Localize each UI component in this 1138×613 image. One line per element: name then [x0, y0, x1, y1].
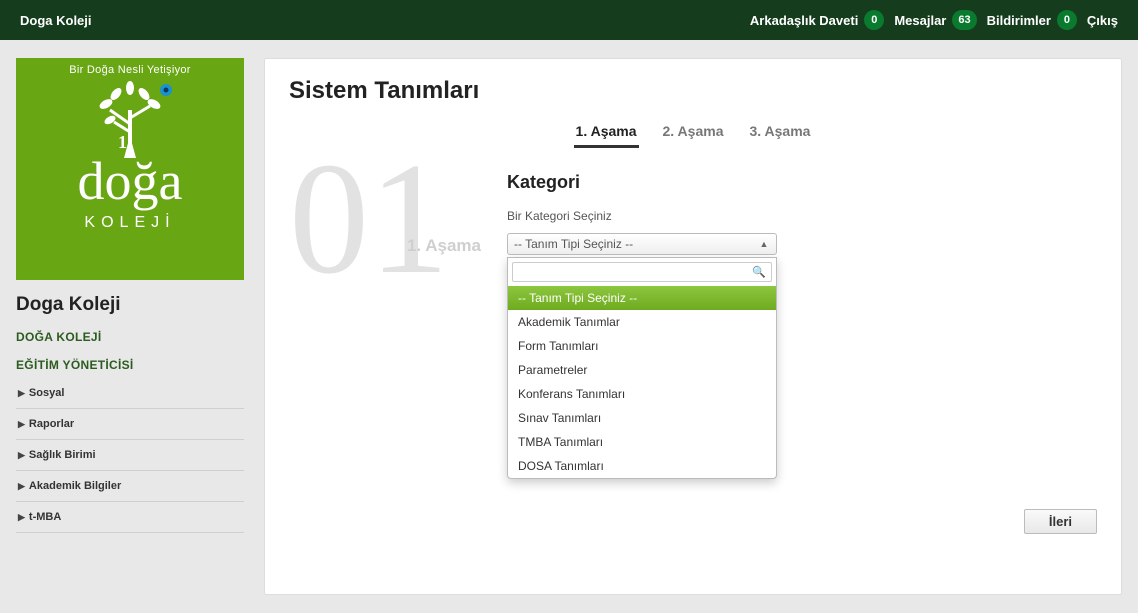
triangle-icon: ▶	[18, 450, 25, 461]
sidebar-item-sosyal[interactable]: ▶ Sosyal	[16, 378, 244, 409]
sidebar-title: Doga Koleji	[16, 294, 244, 316]
sidebar-item-label: Raporlar	[29, 418, 74, 430]
sidebar-item-saglik[interactable]: ▶ Sağlık Birimi	[16, 440, 244, 471]
triangle-icon: ▶	[18, 512, 25, 523]
triangle-icon: ▶	[18, 388, 25, 399]
dropdown-option[interactable]: Konferans Tanımları	[508, 382, 776, 406]
nav-messages-label[interactable]: Mesajlar	[894, 13, 946, 28]
brand-title: Doga Koleji	[20, 13, 750, 28]
dropdown-option[interactable]: Parametreler	[508, 358, 776, 382]
step-3[interactable]: 3. Aşama	[747, 123, 812, 148]
search-icon: 🔍	[752, 266, 766, 279]
logo-tagline: Bir Doğa Nesli Yetişiyor	[69, 64, 191, 76]
sidebar-item-label: Sosyal	[29, 387, 64, 399]
dropdown-options-list: -- Tanım Tipi Seçiniz -- Akademik Tanıml…	[508, 286, 776, 478]
dropdown-option[interactable]: DOSA Tanımları	[508, 454, 776, 478]
dropdown-option[interactable]: Form Tanımları	[508, 334, 776, 358]
next-button[interactable]: İleri	[1024, 509, 1097, 534]
nav-notifications-badge: 0	[1057, 10, 1077, 30]
logo-subtitle: KOLEJİ	[84, 214, 175, 232]
dropdown-search-wrap: 🔍	[508, 258, 776, 286]
sidebar-menu: ▶ Sosyal ▶ Raporlar ▶ Sağlık Birimi ▶ Akadem…	[16, 378, 244, 533]
dropdown-option[interactable]: Sınav Tanımları	[508, 406, 776, 430]
stage-label: 1. Aşama	[407, 236, 481, 256]
nav-logout-label[interactable]: Çıkış	[1087, 13, 1118, 28]
dropdown-option[interactable]: TMBA Tanımları	[508, 430, 776, 454]
stage-number-area: 01 1. Aşama	[289, 172, 479, 322]
dropdown-option[interactable]: Akademik Tanımlar	[508, 310, 776, 334]
helper-text: Bir Kategori Seçiniz	[507, 209, 1097, 223]
sidebar-item-label: t-MBA	[29, 511, 61, 523]
category-select[interactable]: -- Tanım Tipi Seçiniz -- ▲	[507, 233, 777, 255]
big-stage-number: 01	[289, 138, 449, 298]
sidebar-section-2: EĞİTİM YÖNETİCİSİ	[16, 358, 244, 372]
nav-friend-invite[interactable]: Arkadaşlık Daveti 0	[750, 10, 884, 30]
header-nav: Arkadaşlık Daveti 0 Mesajlar 63 Bildirim…	[750, 10, 1118, 30]
sidebar-item-tmba[interactable]: ▶ t-MBA	[16, 502, 244, 533]
sidebar-item-label: Akademik Bilgiler	[29, 480, 121, 492]
dropdown-search-input[interactable]	[512, 262, 772, 282]
wizard-actions: İleri	[289, 509, 1097, 534]
caret-down-icon: ▲	[756, 236, 772, 252]
main-panel: Sistem Tanımları 1. Aşama 2. Aşama 3. Aş…	[264, 58, 1122, 595]
triangle-icon: ▶	[18, 481, 25, 492]
sidebar-item-label: Sağlık Birimi	[29, 449, 96, 461]
sidebar-section-1: DOĞA KOLEJİ	[16, 330, 244, 344]
logo-word: doğa	[78, 154, 183, 208]
top-header: Doga Koleji Arkadaşlık Daveti 0 Mesajlar…	[0, 0, 1138, 40]
sidebar-item-raporlar[interactable]: ▶ Raporlar	[16, 409, 244, 440]
section-heading: Kategori	[507, 172, 1097, 193]
category-dropdown: 🔍 -- Tanım Tipi Seçiniz -- Akademik Tanı…	[507, 257, 777, 479]
dropdown-option[interactable]: -- Tanım Tipi Seçiniz --	[508, 286, 776, 310]
step-2[interactable]: 2. Aşama	[661, 123, 726, 148]
nav-notifications[interactable]: Bildirimler 0	[987, 10, 1077, 30]
sidebar: Bir Doğa Nesli Yetişiyor 1 doğa KOLEJİ	[16, 58, 244, 595]
nav-notifications-label[interactable]: Bildirimler	[987, 13, 1051, 28]
nav-logout[interactable]: Çıkış	[1087, 13, 1118, 28]
step-1[interactable]: 1. Aşama	[574, 123, 639, 148]
sidebar-item-akademik[interactable]: ▶ Akademik Bilgiler	[16, 471, 244, 502]
nav-friend-invite-label[interactable]: Arkadaşlık Daveti	[750, 13, 858, 28]
svg-text:1: 1	[118, 132, 127, 152]
nav-messages[interactable]: Mesajlar 63	[894, 10, 976, 30]
nav-friend-invite-badge: 0	[864, 10, 884, 30]
nav-messages-badge: 63	[952, 10, 976, 30]
category-select-value: -- Tanım Tipi Seçiniz --	[514, 237, 633, 251]
tree-logo-icon: 1	[80, 80, 180, 158]
triangle-icon: ▶	[18, 419, 25, 430]
logo-card: Bir Doğa Nesli Yetişiyor 1 doğa KOLEJİ	[16, 58, 244, 280]
page-title: Sistem Tanımları	[289, 77, 1097, 105]
